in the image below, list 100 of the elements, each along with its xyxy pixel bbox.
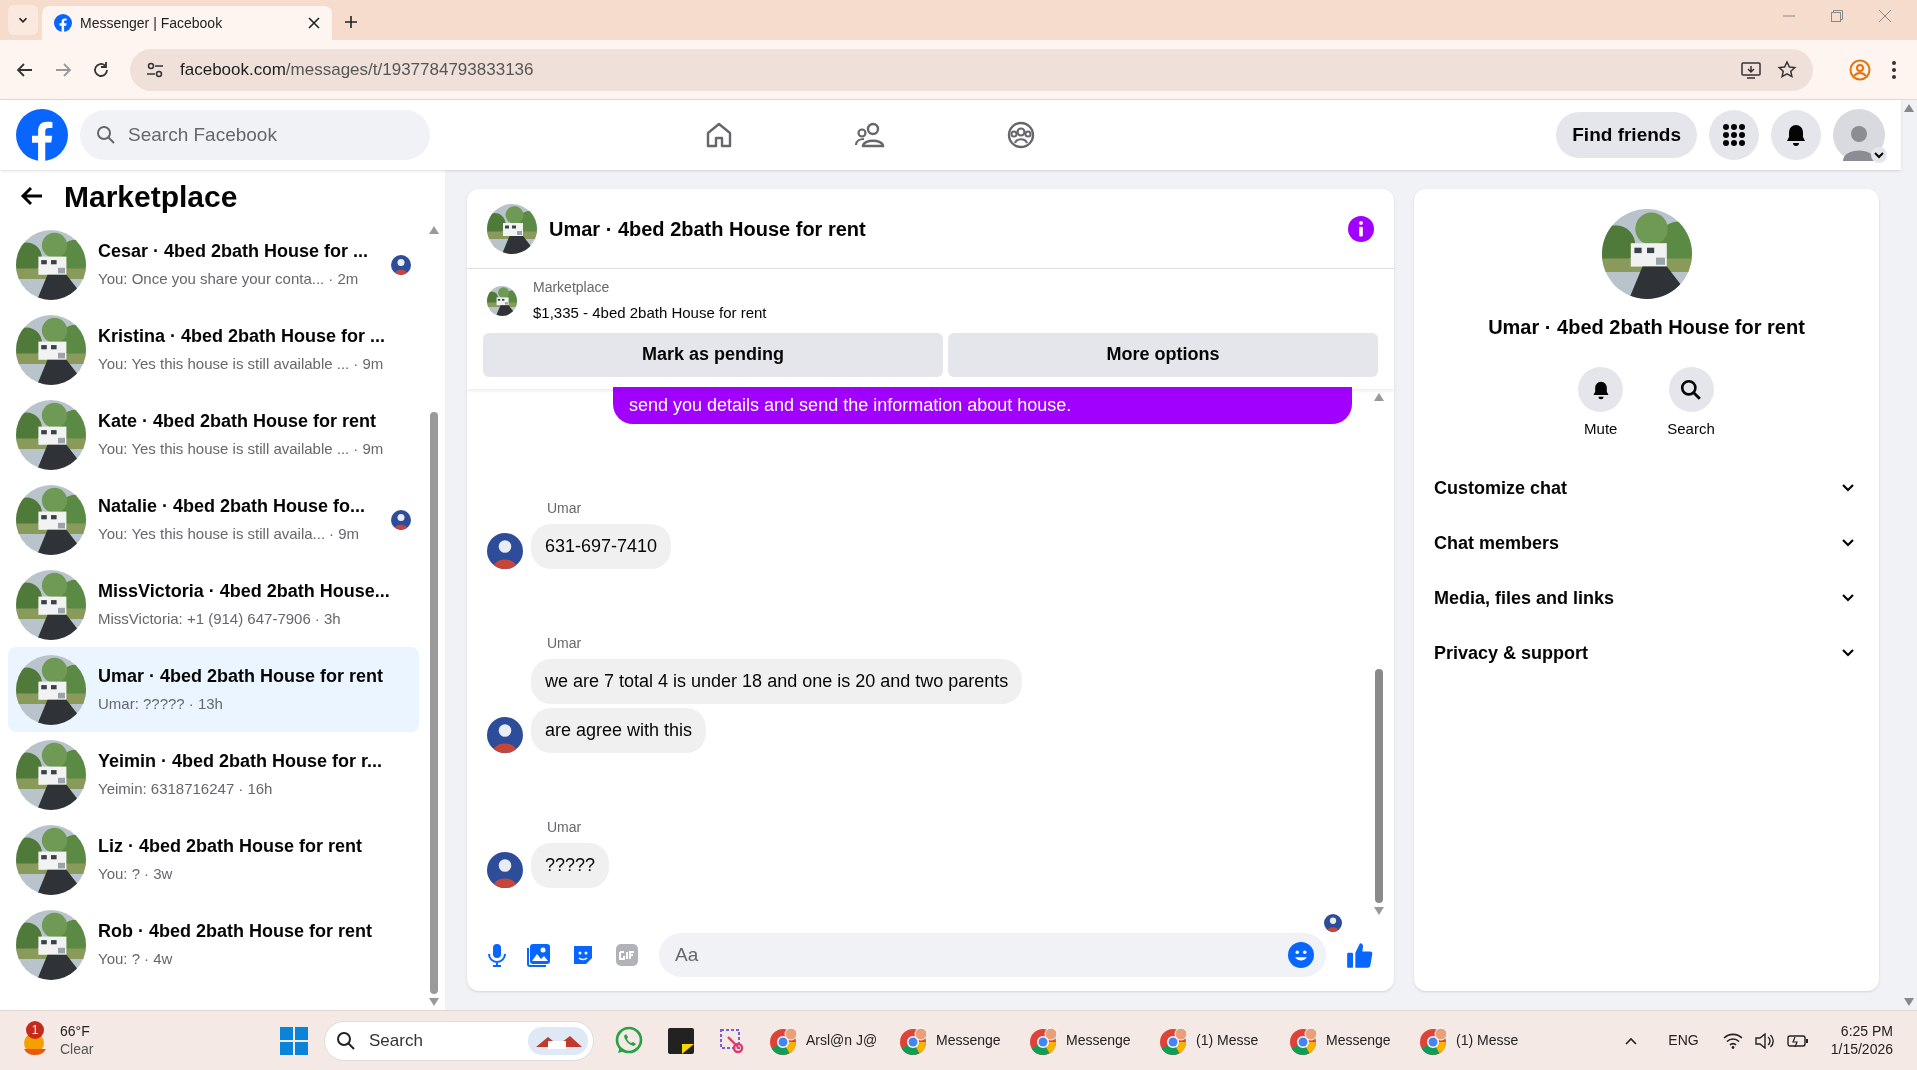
find-friends-button[interactable]: Find friends (1556, 112, 1697, 158)
search-field[interactable]: Search Facebook (80, 110, 430, 160)
message-bubble: we are 7 total 4 is under 18 and one is 20 and two parents (531, 658, 1023, 704)
browser-tab[interactable]: Messenger | Facebook (42, 6, 332, 40)
message-preview: You: ? (98, 949, 140, 970)
window-title: Messenge (1066, 1031, 1131, 1050)
timestamp: · 16h (238, 779, 273, 800)
timestamp: · 2m (328, 269, 359, 290)
taskbar-window-button[interactable]: Messenge (1280, 1016, 1402, 1065)
avatar (487, 716, 523, 753)
action-label: Search (1667, 419, 1715, 439)
message-bubble: send you details and send the information about house. (613, 386, 1352, 424)
groups-icon[interactable] (1006, 120, 1036, 150)
search-icon (1680, 378, 1702, 401)
battery-icon[interactable] (1786, 1033, 1809, 1048)
account-button[interactable] (1833, 109, 1885, 161)
taskbar-window-button[interactable]: Arsl@n J@ (760, 1016, 882, 1065)
menu-button[interactable] (1709, 110, 1759, 160)
new-tab-icon[interactable] (344, 15, 358, 29)
install-icon[interactable] (1741, 59, 1761, 80)
conversation-item[interactable]: Liz · 4bed 2bath House for rent You: ? · 3w (8, 817, 419, 902)
taskbar-window-button[interactable]: (1) Messe (1150, 1016, 1272, 1065)
scrollbar-thumb[interactable] (1375, 668, 1383, 903)
home-icon[interactable] (704, 120, 734, 150)
mark-pending-button[interactable]: Mark as pending (483, 332, 943, 377)
whatsapp-icon[interactable] (614, 1025, 644, 1056)
more-icon[interactable] (1891, 59, 1897, 80)
close-icon[interactable] (308, 17, 320, 29)
conversation-item[interactable]: Kate · 4bed 2bath House for rent You: Yes this house is still available ... · 9m (8, 392, 419, 477)
language-indicator[interactable]: ENG (1668, 1030, 1699, 1051)
reload-icon[interactable] (92, 60, 110, 79)
conversation-item[interactable]: Cesar · 4bed 2bath House for ... You: Once you share your conta... · 2m (8, 222, 419, 307)
conversation-item[interactable]: Rob · 4bed 2bath House for rent You: ? · 4w (8, 902, 419, 987)
conversation-title: Rob · 4bed 2bath House for rent (98, 920, 374, 944)
profile-icon[interactable] (1849, 58, 1871, 81)
mute-button[interactable] (1578, 367, 1624, 412)
volume-icon[interactable] (1754, 1032, 1775, 1049)
emoji-icon[interactable] (1288, 942, 1314, 968)
scroll-up-icon[interactable] (429, 226, 439, 234)
time-text: 6:25 PM (1840, 1023, 1893, 1041)
conversation-item[interactable]: Kristina · 4bed 2bath House for ... You: Yes this house is still available ... · 9m (8, 307, 419, 392)
notifications-button[interactable] (1771, 110, 1821, 160)
conversation-item[interactable]: Natalie · 4bed 2bath House fo... You: Yes this house is still availa... · 9m (8, 477, 419, 562)
snipping-tool-icon[interactable] (718, 1026, 746, 1055)
restore-icon[interactable] (1831, 10, 1843, 22)
weather-widget[interactable]: 1 66°F Clear (20, 1023, 280, 1058)
microphone-icon[interactable] (487, 943, 507, 967)
taskbar-window-button[interactable]: Messenge (890, 1016, 1012, 1065)
address-bar[interactable]: facebook.com/messages/t/1937784793833136 (130, 48, 1813, 91)
scroll-up-icon[interactable] (1904, 104, 1914, 112)
search-icon (336, 1030, 356, 1051)
window-title: (1) Messe (1456, 1031, 1519, 1050)
date-text: 1/15/2026 (1830, 1040, 1893, 1058)
back-icon[interactable] (16, 60, 34, 79)
info-icon[interactable] (1348, 215, 1374, 242)
friends-icon[interactable] (854, 120, 886, 150)
scrollbar-thumb[interactable] (430, 412, 438, 994)
conversation-title: Cesar · 4bed 2bath House for ... (98, 240, 370, 264)
message-preview: Yeimin: 6318716247 (98, 779, 235, 800)
conversation-item[interactable]: MissVictoria · 4bed 2bath House... MissVictoria: +1 (914) 647-7906 · 3h (8, 562, 419, 647)
start-icon[interactable] (280, 1026, 308, 1055)
clock[interactable]: 6:25 PM 1/15/2026 (1830, 1023, 1893, 1058)
timestamp: · 13h (188, 694, 223, 715)
scroll-down-icon[interactable] (1374, 907, 1384, 915)
message-bubble: are agree with this (531, 707, 707, 753)
section-header[interactable]: Chat members (1434, 515, 1859, 571)
more-options-button[interactable]: More options (948, 332, 1378, 377)
facebook-logo-icon (54, 14, 72, 32)
scroll-down-icon[interactable] (1904, 998, 1914, 1006)
back-arrow-icon[interactable] (20, 184, 44, 208)
facebook-logo-icon[interactable] (16, 109, 68, 161)
search-button[interactable] (1668, 367, 1714, 412)
timestamp: · 9m (329, 524, 360, 545)
url-text: facebook.com/messages/t/1937784793833136 (180, 58, 535, 81)
section-header[interactable]: Privacy & support (1434, 625, 1859, 681)
forward-icon[interactable] (54, 60, 72, 79)
sender-name: Umar (547, 498, 583, 518)
conversation-item[interactable]: Umar · 4bed 2bath House for rent Umar: ????? · 13h (8, 647, 419, 732)
sticky-notes-icon[interactable] (668, 1027, 694, 1054)
scroll-up-icon[interactable] (1374, 392, 1384, 401)
taskbar-window-button[interactable]: Messenge (1020, 1016, 1142, 1065)
taskbar-window-button[interactable]: (1) Messe (1410, 1016, 1532, 1065)
bell-icon (1784, 123, 1808, 147)
site-settings-icon[interactable] (146, 60, 164, 79)
section-header[interactable]: Customize chat (1434, 460, 1859, 516)
avatar (487, 532, 523, 569)
scroll-down-icon[interactable] (429, 998, 439, 1006)
photo-icon[interactable] (527, 943, 551, 967)
timestamp: · 9m (353, 354, 384, 375)
thumbs-up-icon[interactable] (1346, 941, 1374, 969)
conversation-item[interactable]: Yeimin · 4bed 2bath House for r... Yeimin: 6318716247 · 16h (8, 732, 419, 817)
section-header[interactable]: Media, files and links (1434, 570, 1859, 626)
bookmark-star-icon[interactable] (1777, 59, 1797, 80)
search-icon (96, 125, 116, 145)
message-input[interactable]: Aa (659, 933, 1326, 977)
tab-list-button[interactable] (8, 5, 38, 35)
chrome-icon (1418, 1025, 1448, 1056)
wifi-icon[interactable] (1722, 1032, 1743, 1049)
sticker-icon[interactable] (571, 943, 595, 967)
conversation-title: Kristina · 4bed 2bath House for ... (98, 325, 387, 349)
